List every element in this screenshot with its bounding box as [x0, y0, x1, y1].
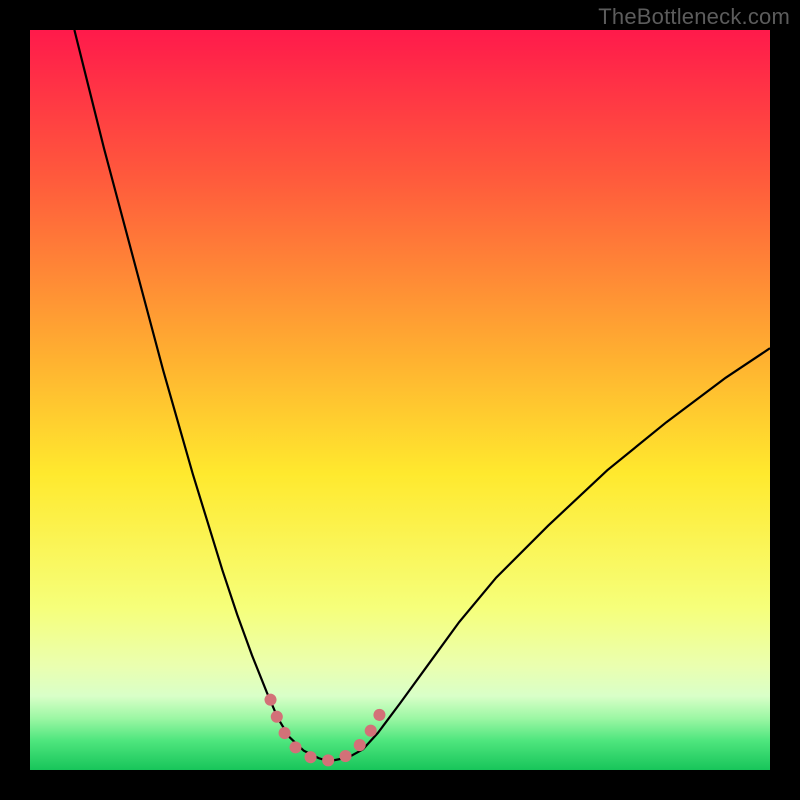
watermark-text: TheBottleneck.com: [598, 4, 790, 30]
gradient-background: [30, 30, 770, 770]
bottleneck-chart: [30, 30, 770, 770]
chart-frame: TheBottleneck.com: [0, 0, 800, 800]
plot-area: [30, 30, 770, 770]
